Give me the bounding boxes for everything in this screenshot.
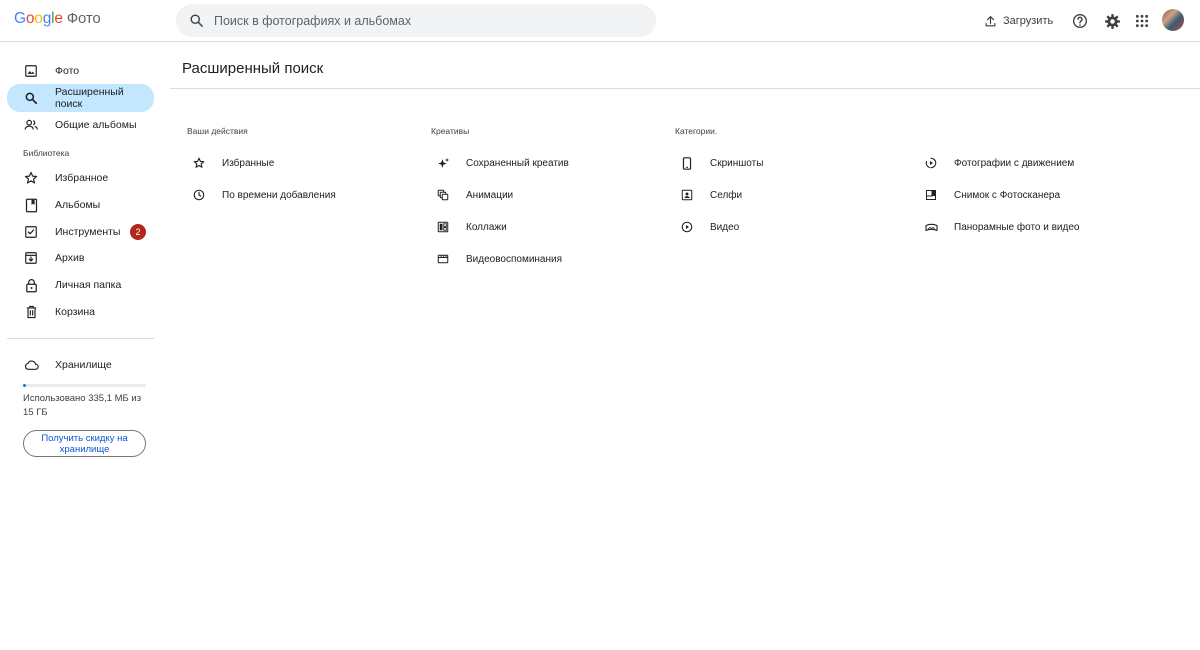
apps-grid-icon[interactable] <box>1130 9 1154 33</box>
motion-icon <box>924 156 938 170</box>
product-name: Фото <box>66 10 101 27</box>
people-icon <box>23 117 39 133</box>
sidebar-item-storage[interactable]: Хранилище <box>7 352 154 378</box>
search-box[interactable] <box>176 4 656 37</box>
library-section-title: Библиотека <box>23 148 70 158</box>
option-label: Анимации <box>466 189 514 201</box>
collage-icon <box>436 220 450 234</box>
avatar[interactable] <box>1162 9 1184 31</box>
google-photos-logo[interactable]: Google Фото <box>14 10 101 30</box>
movie-icon <box>436 252 450 266</box>
animation-icon <box>436 188 450 202</box>
option-favorites[interactable]: Избранные <box>192 153 274 173</box>
sidebar-item-label: Избранное <box>55 172 109 184</box>
trash-icon <box>23 304 39 320</box>
option-recently-added[interactable]: По времени добавления <box>192 185 336 205</box>
title-divider <box>170 88 1200 89</box>
option-label: По времени добавления <box>222 189 336 201</box>
sparkle-icon <box>436 156 450 170</box>
search-icon <box>23 90 39 106</box>
get-storage-discount-button[interactable]: Получить скидку на хранилище <box>23 430 146 457</box>
album-icon <box>23 197 39 213</box>
sidebar-item-label: Хранилище <box>55 359 112 371</box>
photoscan-icon <box>924 188 938 202</box>
sidebar-item-label: Инструменты <box>55 226 121 238</box>
option-label: Видео <box>710 221 740 233</box>
sidebar-item-advanced-search[interactable]: Расширенный поиск <box>7 84 154 112</box>
panorama-icon <box>924 220 938 234</box>
phone-icon <box>680 156 694 170</box>
option-label: Снимок с Фотосканера <box>954 189 1061 201</box>
section-heading-creations: Креативы <box>431 126 470 136</box>
option-label: Панорамные фото и видео <box>954 221 1080 233</box>
sidebar-item-photos[interactable]: Фото <box>7 58 154 84</box>
sidebar-item-label: Архив <box>55 252 85 264</box>
section-heading-categories: Категории. <box>675 126 718 136</box>
sidebar-divider <box>7 338 154 339</box>
logo-letter: G <box>14 10 26 27</box>
top-bar: Google Фото Загрузить <box>0 0 1200 42</box>
option-motion-photos[interactable]: Фотографии с движением <box>924 153 1074 173</box>
option-animations[interactable]: Анимации <box>436 185 513 205</box>
storage-progress-bar <box>23 384 146 387</box>
cloud-icon <box>23 357 39 373</box>
option-panoramas[interactable]: Панорамные фото и видео <box>924 217 1079 237</box>
option-photoscan[interactable]: Снимок с Фотосканера <box>924 185 1060 205</box>
option-label: Коллажи <box>466 221 507 233</box>
sidebar-item-tools[interactable]: Инструменты 2 <box>7 219 154 245</box>
sidebar-item-trash[interactable]: Корзина <box>7 299 154 325</box>
upload-button[interactable]: Загрузить <box>984 9 1053 33</box>
page-title: Расширенный поиск <box>182 60 324 77</box>
sidebar-item-shared-albums[interactable]: Общие альбомы <box>7 112 154 138</box>
photo-icon <box>23 63 39 79</box>
archive-icon <box>23 250 39 266</box>
option-label: Селфи <box>710 189 743 201</box>
option-label: Скриншоты <box>710 157 764 169</box>
sidebar-item-archive[interactable]: Архив <box>7 245 154 271</box>
sidebar-item-locked-folder[interactable]: Личная папка <box>7 272 154 298</box>
lock-icon <box>23 277 39 293</box>
play-icon <box>680 220 694 234</box>
sidebar-item-label: Корзина <box>55 306 95 318</box>
option-videos[interactable]: Видео <box>680 217 739 237</box>
option-saved-creations[interactable]: Сохраненный креатив <box>436 153 569 173</box>
sidebar: Фото Расширенный поиск Общие альбомы Биб… <box>0 42 162 650</box>
logo-letter: o <box>34 10 43 27</box>
search-input[interactable] <box>214 13 614 28</box>
option-label: Сохраненный креатив <box>466 157 569 169</box>
clock-icon <box>192 188 206 202</box>
sidebar-item-albums[interactable]: Альбомы <box>7 192 154 218</box>
selfie-icon <box>680 188 694 202</box>
star-icon <box>23 170 39 186</box>
upload-label: Загрузить <box>1003 15 1054 27</box>
storage-usage-text: Использовано 335,1 МБ из 15 ГБ <box>23 393 142 418</box>
option-label: Фотографии с движением <box>954 157 1075 169</box>
logo-letter: e <box>54 10 63 27</box>
option-screenshots[interactable]: Скриншоты <box>680 153 763 173</box>
option-collages[interactable]: Коллажи <box>436 217 507 237</box>
option-video-memories[interactable]: Видеовоспоминания <box>436 249 562 269</box>
notification-badge: 2 <box>130 224 146 240</box>
search-icon[interactable] <box>178 4 214 37</box>
gear-icon[interactable] <box>1100 9 1124 33</box>
option-label: Избранные <box>222 157 275 169</box>
sidebar-item-label: Общие альбомы <box>55 119 137 131</box>
option-label: Видеовоспоминания <box>466 253 563 265</box>
help-icon[interactable] <box>1068 9 1092 33</box>
sidebar-item-label: Расширенный поиск <box>55 86 124 110</box>
upload-icon <box>984 15 997 28</box>
sidebar-item-label: Личная папка <box>55 279 122 291</box>
logo-letter: g <box>42 10 52 27</box>
storage-progress-fill <box>23 384 26 387</box>
sidebar-item-label: Фото <box>55 65 80 77</box>
sidebar-item-favorites[interactable]: Избранное <box>7 165 154 191</box>
star-icon <box>192 156 206 170</box>
option-selfies[interactable]: Селфи <box>680 185 742 205</box>
sidebar-item-label: Альбомы <box>55 199 101 211</box>
tools-icon <box>23 224 39 240</box>
logo-letter: o <box>25 10 35 27</box>
section-heading-your-activity: Ваши действия <box>187 126 248 136</box>
